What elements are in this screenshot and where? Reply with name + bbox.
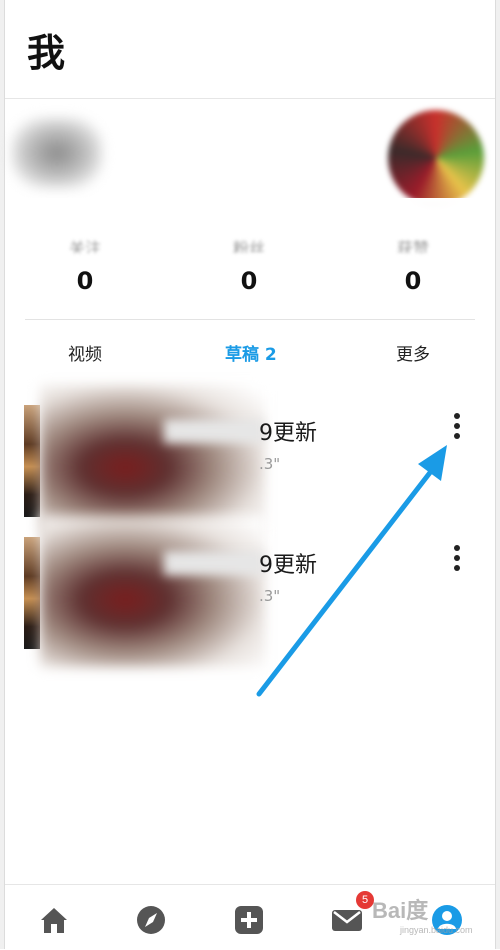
watermark-logo: Bai度 xyxy=(372,898,429,923)
mail-icon[interactable]: 5 xyxy=(330,891,374,937)
annotation-arrow xyxy=(256,445,447,697)
watermark-url: jingyan.baidu.com xyxy=(400,925,473,935)
add-icon[interactable] xyxy=(232,903,266,937)
arrow-head xyxy=(418,445,447,481)
compass-icon[interactable] xyxy=(134,903,168,937)
home-icon[interactable] xyxy=(37,903,71,937)
arrow-shaft xyxy=(256,467,435,697)
